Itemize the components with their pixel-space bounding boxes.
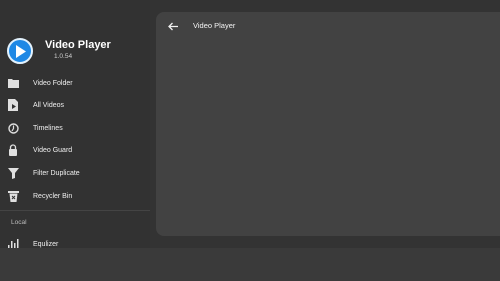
- bottom-bar: [0, 248, 500, 281]
- nav-item-filter-duplicate[interactable]: Filter Duplicate: [0, 163, 150, 183]
- nav-item-label: Timelines: [33, 124, 63, 132]
- app-logo: [7, 38, 33, 64]
- video-file-icon: [7, 99, 19, 111]
- timeline-icon: [7, 122, 19, 134]
- app-version: 1.0.54: [54, 53, 73, 60]
- nav-item-all-videos[interactable]: All Videos: [0, 95, 150, 115]
- nav-item-timelines[interactable]: Timelines: [0, 118, 150, 138]
- arrow-back-icon: [168, 22, 178, 30]
- folder-icon: [7, 77, 19, 89]
- navigation-drawer: Video Player 1.0.54 Video Folder All Vid…: [0, 0, 150, 248]
- nav-item-label: Video Guard: [33, 146, 73, 154]
- section-label-local: Local: [11, 219, 27, 226]
- nav-item-video-folder[interactable]: Video Folder: [0, 73, 150, 93]
- panel-title: Video Player: [193, 21, 236, 30]
- nav-item-label: Recycler Bin: [33, 192, 73, 200]
- filter-icon: [7, 167, 19, 179]
- equalizer-icon: [7, 238, 19, 248]
- nav-item-video-guard[interactable]: Video Guard: [0, 140, 150, 160]
- drawer-divider: [0, 210, 150, 211]
- app-title: Video Player: [45, 39, 111, 51]
- back-button[interactable]: [166, 20, 180, 32]
- nav-item-label: All Videos: [33, 101, 65, 109]
- nav-item-recycler-bin[interactable]: Recycler Bin: [0, 186, 150, 206]
- lock-icon: [7, 144, 19, 156]
- nav-item-equalizer[interactable]: Equlizer: [0, 234, 150, 248]
- nav-item-label: Filter Duplicate: [33, 169, 80, 177]
- content-panel: Video Player: [156, 12, 500, 236]
- nav-item-label: Equlizer: [33, 240, 59, 248]
- trash-icon: [7, 190, 19, 202]
- nav-item-label: Video Folder: [33, 79, 73, 87]
